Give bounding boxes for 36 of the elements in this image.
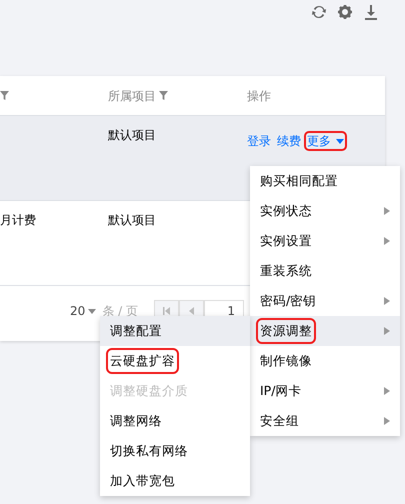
column-header: 所属项目	[108, 88, 156, 104]
filter-icon[interactable]	[159, 91, 168, 100]
menu-item[interactable]: 密码/密钥	[250, 286, 400, 316]
menu-item[interactable]: 调整配置	[100, 316, 250, 346]
filter-icon[interactable]	[0, 91, 9, 100]
submenu-arrow-icon	[384, 327, 390, 335]
submenu-arrow-icon	[384, 417, 390, 425]
table-cell: 默认项目	[108, 213, 156, 227]
first-page-icon	[162, 307, 170, 315]
menu-item[interactable]: 云硬盘扩容	[100, 346, 250, 376]
action-link[interactable]: 登录	[247, 134, 271, 148]
submenu-arrow-icon	[384, 207, 390, 215]
menu-item[interactable]: 切换私有网络	[100, 436, 250, 466]
refresh-icon[interactable]	[311, 4, 327, 20]
action-link[interactable]: 续费	[277, 134, 301, 148]
settings-icon[interactable]	[337, 4, 353, 20]
table-cell: 月计费	[0, 213, 36, 227]
submenu-arrow-icon	[384, 237, 390, 245]
menu-item[interactable]: IP/网卡	[250, 376, 400, 406]
caret-icon	[88, 308, 96, 314]
page-size-select[interactable]: 20	[70, 302, 96, 320]
menu-item[interactable]: 调整网络	[100, 406, 250, 436]
table-cell: 默认项目	[108, 128, 156, 142]
submenu-arrow-icon	[384, 387, 390, 395]
previous-page-icon	[188, 307, 194, 315]
menu-item[interactable]: 制作镜像	[250, 346, 400, 376]
submenu-arrow-icon	[384, 297, 390, 305]
more-dropdown-link[interactable]: 更多	[307, 134, 344, 148]
menu-item[interactable]: 重装系统	[250, 256, 400, 286]
menu-item[interactable]: 加入带宽包	[100, 466, 250, 496]
menu-item[interactable]: 安全组	[250, 406, 400, 436]
column-header: 操作	[247, 88, 271, 104]
download-icon[interactable]	[363, 4, 379, 20]
menu-item[interactable]: 实例设置	[250, 226, 400, 256]
caret-icon	[336, 139, 344, 144]
menu-item[interactable]: 资源调整	[250, 316, 400, 346]
